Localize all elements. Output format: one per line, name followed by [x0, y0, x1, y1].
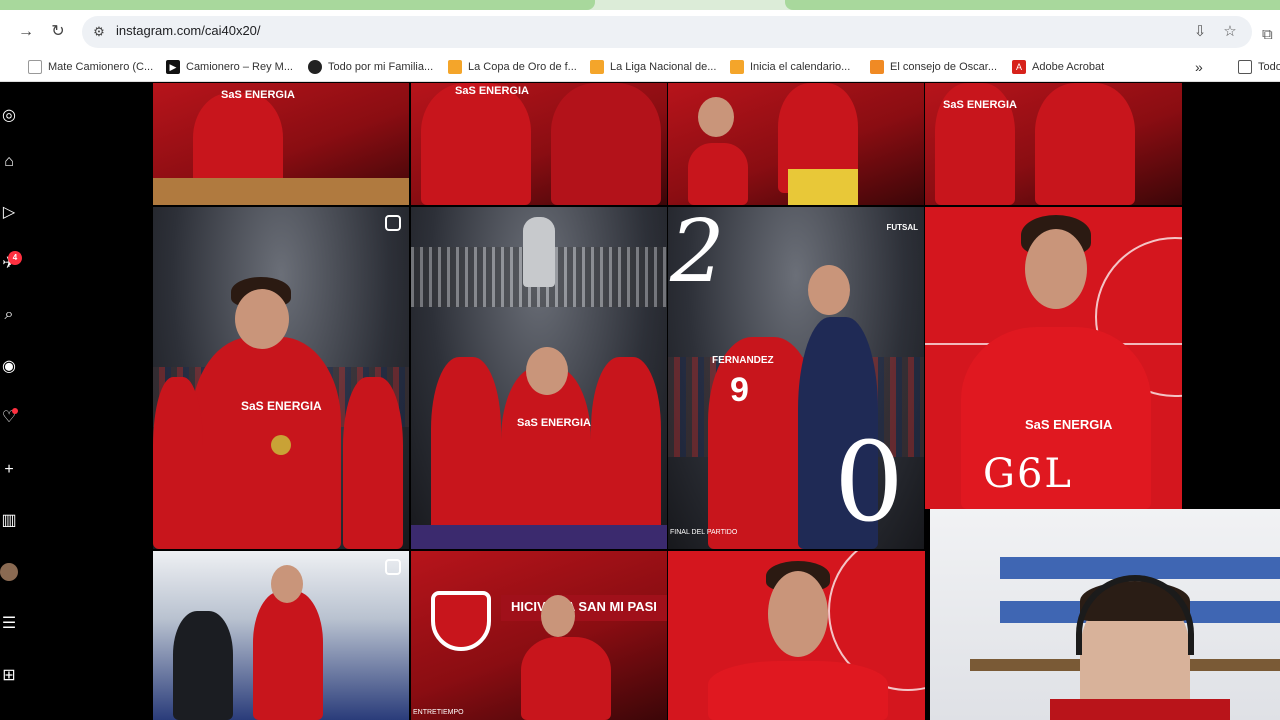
bookmark-folder[interactable]: Todo — [1238, 58, 1280, 76]
explore-icon[interactable]: ◉ — [0, 358, 18, 376]
post-tile[interactable]: SaS ENERGIA — [153, 83, 409, 205]
bookmark-label: Mate Camionero (C... — [48, 61, 154, 73]
post-tile[interactable] — [668, 83, 924, 205]
extensions-icon[interactable]: ⧉ — [1262, 26, 1273, 43]
reel-icon — [385, 559, 401, 575]
bookmark-item[interactable]: Todo por mi Familia... — [308, 58, 433, 76]
bookmark-label: Todo — [1258, 61, 1280, 73]
search-icon[interactable]: ⌕ — [0, 306, 18, 324]
bookmark-item[interactable]: La Liga Nacional de... — [590, 58, 716, 76]
post-tile[interactable]: SaS ENERGIA — [153, 207, 409, 549]
reels-icon[interactable]: ▷ — [0, 204, 18, 222]
post-tile[interactable]: HICIVE LA SAN MI PASI ENTRETIEMPO — [411, 551, 667, 720]
folder-icon — [1238, 60, 1252, 74]
bookmarks-bar: Mate Camionero (C... ▶ Camionero – Rey M… — [0, 52, 1280, 82]
bookmark-label: La Liga Nacional de... — [610, 61, 717, 73]
image-icon — [730, 60, 744, 74]
instagram-logo-icon[interactable]: ◎ — [0, 107, 18, 125]
bookmark-item[interactable]: La Copa de Oro de f... — [448, 58, 577, 76]
bookmark-label: El consejo de Oscar... — [890, 61, 997, 73]
webcam-overlay — [930, 509, 1280, 720]
acrobat-icon: A — [1012, 60, 1026, 74]
notification-badge: 4 — [8, 251, 22, 265]
tab-left[interactable] — [0, 0, 595, 10]
post-tile[interactable]: SaS ENERGIA G6L — [925, 207, 1182, 509]
bookmark-label: Adobe Acrobat — [1032, 61, 1105, 73]
create-icon[interactable]: + — [0, 461, 18, 479]
instagram-nav-rail: ◎ ⌂ ▷ ✈ 4 ⌕ ◉ ♡ + ▥ ☰ ⊞ — [0, 83, 30, 720]
bookmark-label: Camionero – Rey M... — [186, 61, 293, 73]
tab-strip — [0, 0, 1280, 10]
activity-dot — [12, 408, 18, 414]
post-tile[interactable]: SaS ENERGIA — [411, 83, 667, 205]
browser-toolbar: → ↻ ⚙ instagram.com/cai40x20/ ⇩ ☆ ⧉ — [0, 10, 1280, 54]
address-bar[interactable]: ⚙ instagram.com/cai40x20/ ⇩ ☆ — [82, 16, 1252, 48]
install-app-icon[interactable]: ⇩ — [1190, 22, 1210, 42]
home-icon[interactable]: ⌂ — [0, 153, 18, 171]
bookmark-label: Todo por mi Familia... — [328, 61, 434, 73]
post-tile[interactable] — [668, 551, 925, 720]
bookmark-label: Inicia el calendario... — [750, 61, 851, 73]
bookmark-star-icon[interactable]: ☆ — [1220, 22, 1240, 42]
bookmark-label: La Copa de Oro de f... — [468, 61, 577, 73]
site-settings-icon[interactable]: ⚙ — [90, 23, 108, 41]
dashboard-icon[interactable]: ▥ — [0, 512, 18, 530]
image-icon — [448, 60, 462, 74]
bookmark-item[interactable]: Inicia el calendario... — [730, 58, 850, 76]
bookmark-item[interactable]: El consejo de Oscar... — [870, 58, 997, 76]
post-tile[interactable] — [153, 551, 409, 720]
tab-right[interactable] — [785, 0, 1280, 10]
profile-avatar[interactable] — [0, 563, 18, 581]
bookmark-item[interactable]: A Adobe Acrobat — [1012, 58, 1104, 76]
post-tile[interactable]: 2 FUTSAL FERNANDEZ 9 0 FINAL DEL PARTIDO — [668, 207, 924, 549]
menu-icon[interactable]: ☰ — [0, 615, 18, 633]
disc-icon — [308, 60, 322, 74]
video-icon: ▶ — [166, 60, 180, 74]
reel-icon — [385, 215, 401, 231]
bookmark-icon — [870, 60, 884, 74]
url-text[interactable]: instagram.com/cai40x20/ — [116, 23, 261, 38]
bookmark-item[interactable]: ▶ Camionero – Rey M... — [166, 58, 293, 76]
instagram-page: ◎ ⌂ ▷ ✈ 4 ⌕ ◉ ♡ + ▥ ☰ ⊞ SaS ENERGIA SaS … — [0, 83, 1280, 720]
more-bookmarks-icon[interactable]: » — [1195, 58, 1203, 76]
reload-icon[interactable]: ↻ — [46, 20, 70, 44]
post-tile[interactable]: SaS ENERGIA — [925, 83, 1182, 205]
image-icon — [590, 60, 604, 74]
bookmark-item[interactable]: Mate Camionero (C... — [28, 58, 153, 76]
forward-icon[interactable]: → — [14, 20, 38, 44]
apps-icon[interactable]: ⊞ — [0, 667, 18, 685]
page-icon — [28, 60, 42, 74]
post-tile[interactable]: SaS ENERGIA — [411, 207, 667, 549]
